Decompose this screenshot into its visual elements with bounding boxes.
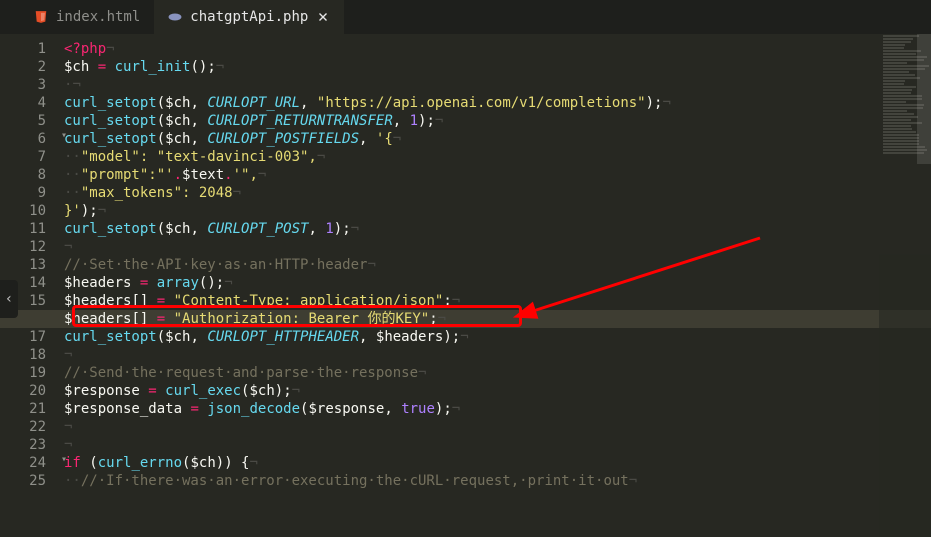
minimap-line [883,128,912,130]
chevron-left-icon: ‹ [5,291,13,307]
minimap-line [883,77,920,79]
line-number: 21 [0,400,46,418]
line-number: 24 [0,454,46,472]
line-number: 18 [0,346,46,364]
minimap-line [883,53,916,55]
minimap-line [883,113,914,115]
code-line[interactable]: $headers[] = "Authorization: Bearer 你的KE… [64,310,671,328]
code-line[interactable]: curl_setopt($ch, CURLOPT_HTTPHEADER, $he… [64,328,671,346]
minimap-line [883,74,915,76]
minimap-line [883,143,919,145]
minimap-line [883,86,916,88]
code-line[interactable]: $response = curl_exec($ch);¬ [64,382,671,400]
line-number: 2 [0,58,46,76]
line-number: 9 [0,184,46,202]
line-number: 13 [0,256,46,274]
line-number: 3 [0,76,46,94]
minimap-line [883,131,916,133]
line-number: 20 [0,382,46,400]
code-line[interactable]: ¬ [64,436,671,454]
minimap-line [883,35,919,37]
minimap-line [883,41,911,43]
minimap-line [883,62,907,64]
minimap-line [883,44,905,46]
minimap-line [883,125,911,127]
code-line[interactable]: curl_setopt($ch, CURLOPT_POSTFIELDS, '{¬ [64,130,671,148]
code-editor[interactable]: 1234567891011121314151617181920212223242… [0,34,931,490]
code-line[interactable]: ··//·If·there·was·an·error·executing·the… [64,472,671,490]
close-icon[interactable] [316,10,330,24]
code-line[interactable]: ··"model": "text-davinci-003",¬ [64,148,671,166]
code-line[interactable]: ¬ [64,346,671,364]
tab-label: index.html [56,9,140,25]
minimap-line [883,38,913,40]
code-line[interactable]: ¬ [64,418,671,436]
php-icon [168,10,182,24]
line-number: 22 [0,418,46,436]
code-line[interactable]: $ch = curl_init();¬ [64,58,671,76]
code-line[interactable]: ··"max_tokens": 2048¬ [64,184,671,202]
line-number: 10 [0,202,46,220]
minimap-line [883,50,921,52]
minimap-line [883,71,909,73]
code-line[interactable]: $headers[] = "Content-Type: application/… [64,292,671,310]
code-line[interactable]: curl_setopt($ch, CURLOPT_URL, "https://a… [64,94,671,112]
line-number: 1 [0,40,46,58]
line-number: 19 [0,364,46,382]
line-number: 7 [0,148,46,166]
code-line[interactable]: curl_setopt($ch, CURLOPT_RETURNTRANSFER,… [64,112,671,130]
collapse-sidebar-toggle[interactable]: ‹ [0,280,18,318]
code-line[interactable]: $headers = array();¬ [64,274,671,292]
line-number: 17 [0,328,46,346]
vertical-scrollbar[interactable] [917,34,931,164]
minimap-line [883,134,919,136]
minimap-line [883,101,906,103]
minimap-line [883,92,911,94]
minimap-line [883,89,912,91]
minimap-line [883,98,922,100]
line-number: 12 [0,238,46,256]
minimap-line [883,110,907,112]
line-number: 11 [0,220,46,238]
code-line[interactable]: }');¬ [64,202,671,220]
code-line[interactable]: $response_data = json_decode($response, … [64,400,671,418]
code-area[interactable]: <?php¬$ch = curl_init();¬·¬curl_setopt($… [60,34,671,490]
code-line[interactable]: <?php¬ [64,40,671,58]
code-line[interactable]: ¬ [64,238,671,256]
line-number: 6 [0,130,46,148]
line-number-gutter: 1234567891011121314151617181920212223242… [0,34,60,490]
code-line[interactable]: ·¬ [64,76,671,94]
minimap-line [883,47,904,49]
minimap-line [883,80,905,82]
minimap-line [883,137,919,139]
tab-label: chatgptApi.php [190,9,308,25]
line-number: 25 [0,472,46,490]
line-number: 23 [0,436,46,454]
code-line[interactable]: //·Send·the·request·and·parse·the·respon… [64,364,671,382]
line-number: 4 [0,94,46,112]
tab-bar: index.html chatgptApi.php [0,0,931,34]
tab-chatgptapi-php[interactable]: chatgptApi.php [154,0,344,34]
code-line[interactable]: ··"prompt":"'.$text.'",¬ [64,166,671,184]
html5-icon [34,10,48,24]
code-line[interactable]: if (curl_errno($ch)) {¬ [64,454,671,472]
minimap-line [883,83,904,85]
code-line[interactable]: //·Set·the·API·key·as·an·HTTP·header¬ [64,256,671,274]
minimap-line [883,140,919,142]
tab-index-html[interactable]: index.html [20,0,154,34]
minimap-line [883,116,918,118]
line-number: 5 [0,112,46,130]
line-number: 8 [0,166,46,184]
code-line[interactable]: curl_setopt($ch, CURLOPT_POST, 1);¬ [64,220,671,238]
minimap-line [883,119,911,121]
